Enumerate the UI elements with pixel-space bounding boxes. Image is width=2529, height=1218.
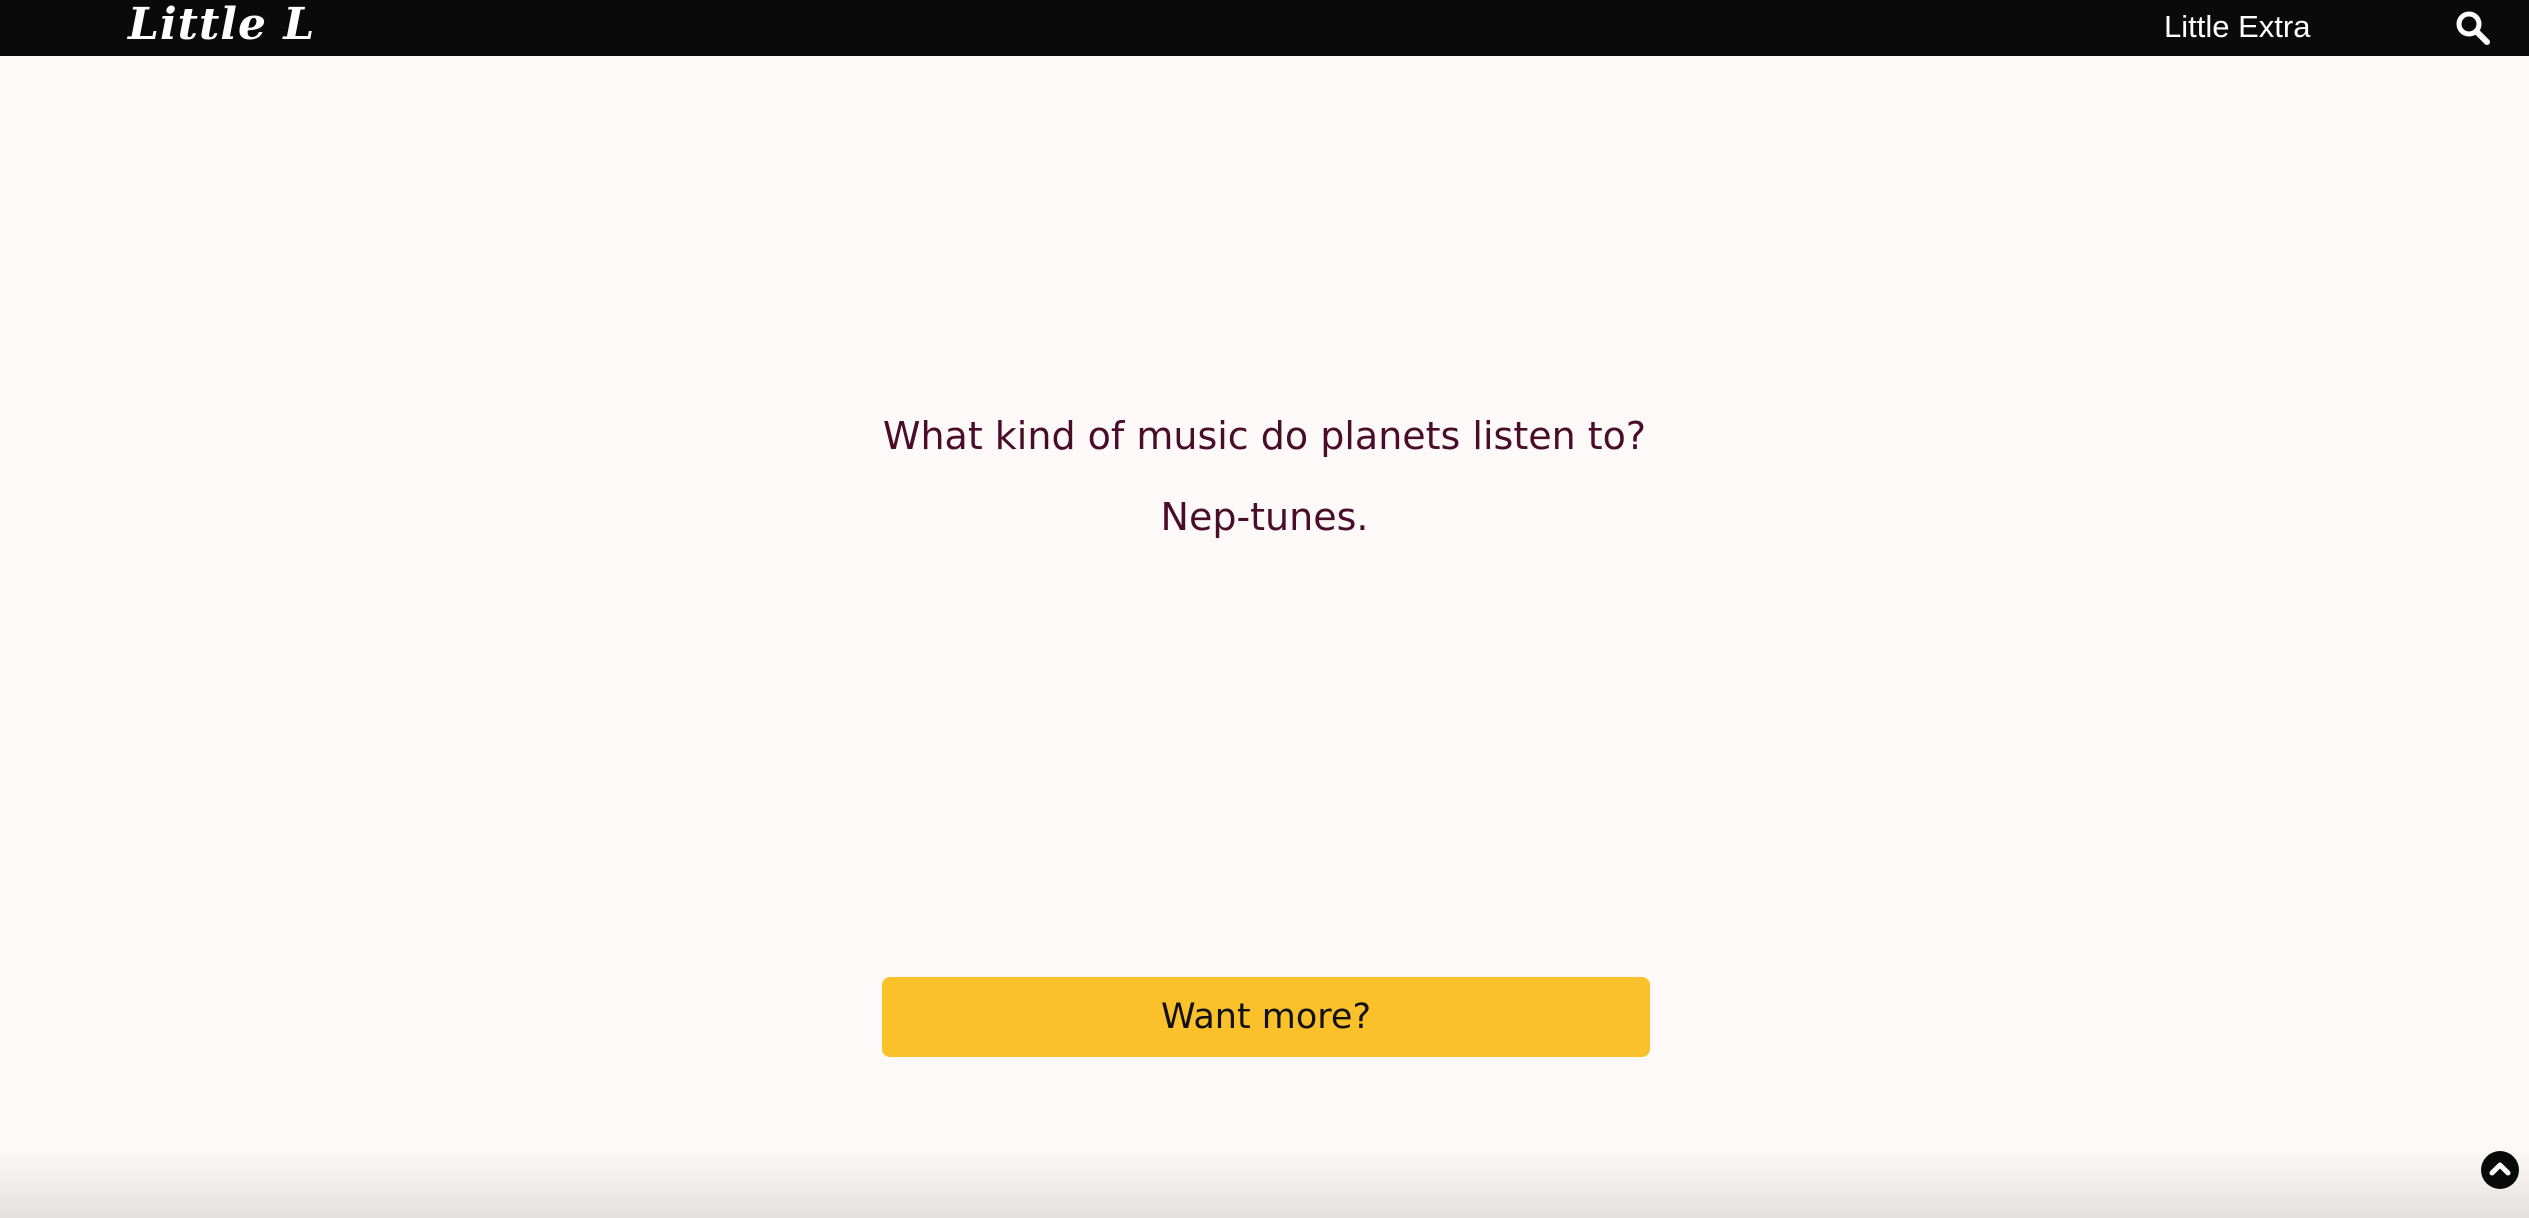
nav-link-little-extra[interactable]: Little Extra: [2164, 0, 2310, 56]
search-icon: [2456, 11, 2490, 45]
top-navigation-bar: Little L Little Extra: [0, 0, 2529, 56]
search-button[interactable]: [2454, 9, 2492, 47]
scroll-to-top-button[interactable]: [2481, 1151, 2519, 1189]
site-logo[interactable]: Little L: [128, 0, 315, 53]
bottom-fade: [0, 1148, 2529, 1218]
joke-question: What kind of music do planets listen to?: [882, 414, 1647, 458]
want-more-button[interactable]: Want more?: [882, 977, 1650, 1057]
joke-answer: Nep-tunes.: [1160, 495, 1369, 539]
chevron-up-circle-icon: [2489, 1162, 2511, 1176]
